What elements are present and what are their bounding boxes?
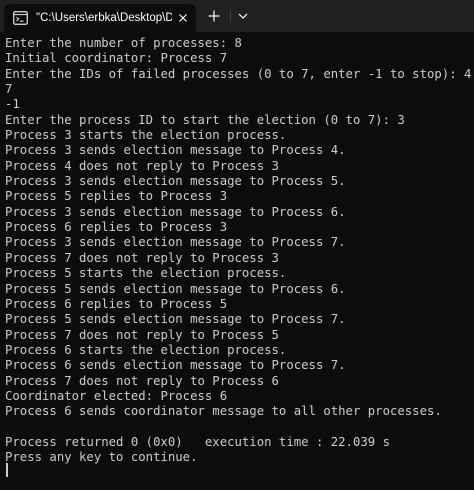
tab-active[interactable]: "C:\Users\erbka\Desktop\Dist <box>4 4 196 32</box>
console-line: Press any key to continue. <box>5 450 198 465</box>
close-icon[interactable] <box>176 11 190 25</box>
console-line: Process 5 replies to Process 3 <box>5 189 228 204</box>
console-lines: Enter the number of processes: 8 Initial… <box>5 36 471 466</box>
console-line: Enter the process ID to start the electi… <box>5 112 405 127</box>
console-line: Process 5 sends election message to Proc… <box>5 312 346 327</box>
console-line: Initial coordinator: Process 7 <box>5 51 228 66</box>
console-line: 7 <box>5 82 13 97</box>
console-line: Process 6 replies to Process 3 <box>5 220 228 235</box>
console-line: Process 7 does not reply to Process 3 <box>5 250 279 265</box>
toolbar-separator <box>230 10 231 22</box>
plus-icon[interactable] <box>206 8 222 24</box>
console-line: Process 6 sends election message to Proc… <box>5 358 346 373</box>
console-line: Enter the IDs of failed processes (0 to … <box>5 66 471 81</box>
console-line: Process 3 sends election message to Proc… <box>5 235 346 250</box>
console-line: Process 7 does not reply to Process 6 <box>5 373 279 388</box>
terminal-icon <box>13 11 28 25</box>
console-line: Process 6 starts the election process. <box>5 342 287 357</box>
text-cursor <box>6 463 8 477</box>
console-output[interactable]: Enter the number of processes: 8 Initial… <box>0 32 474 490</box>
console-line: Process returned 0 (0x0) execution time … <box>5 434 390 449</box>
console-line: Coordinator elected: Process 6 <box>5 388 228 403</box>
console-line: Process 3 sends election message to Proc… <box>5 174 346 189</box>
console-line: -1 <box>5 97 20 112</box>
console-line: Process 3 starts the election process. <box>5 128 287 143</box>
console-line: Process 6 sends coordinator message to a… <box>5 404 442 419</box>
tab-bar: "C:\Users\erbka\Desktop\Dist <box>0 0 474 32</box>
console-line: Process 3 sends election message to Proc… <box>5 204 346 219</box>
console-line: Process 4 does not reply to Process 3 <box>5 158 279 173</box>
console-line: Process 5 sends election message to Proc… <box>5 281 346 296</box>
console-line: Process 7 does not reply to Process 5 <box>5 327 279 342</box>
tab-title: "C:\Users\erbka\Desktop\Dist <box>36 12 172 24</box>
console-line: Process 3 sends election message to Proc… <box>5 143 346 158</box>
console-line: Process 6 replies to Process 5 <box>5 296 228 311</box>
chevron-down-icon[interactable] <box>236 9 250 23</box>
console-line: Enter the number of processes: 8 <box>5 36 242 50</box>
terminal-window: "C:\Users\erbka\Desktop\Dist Enter the n… <box>0 0 474 490</box>
console-line: Process 5 starts the election process. <box>5 266 287 281</box>
